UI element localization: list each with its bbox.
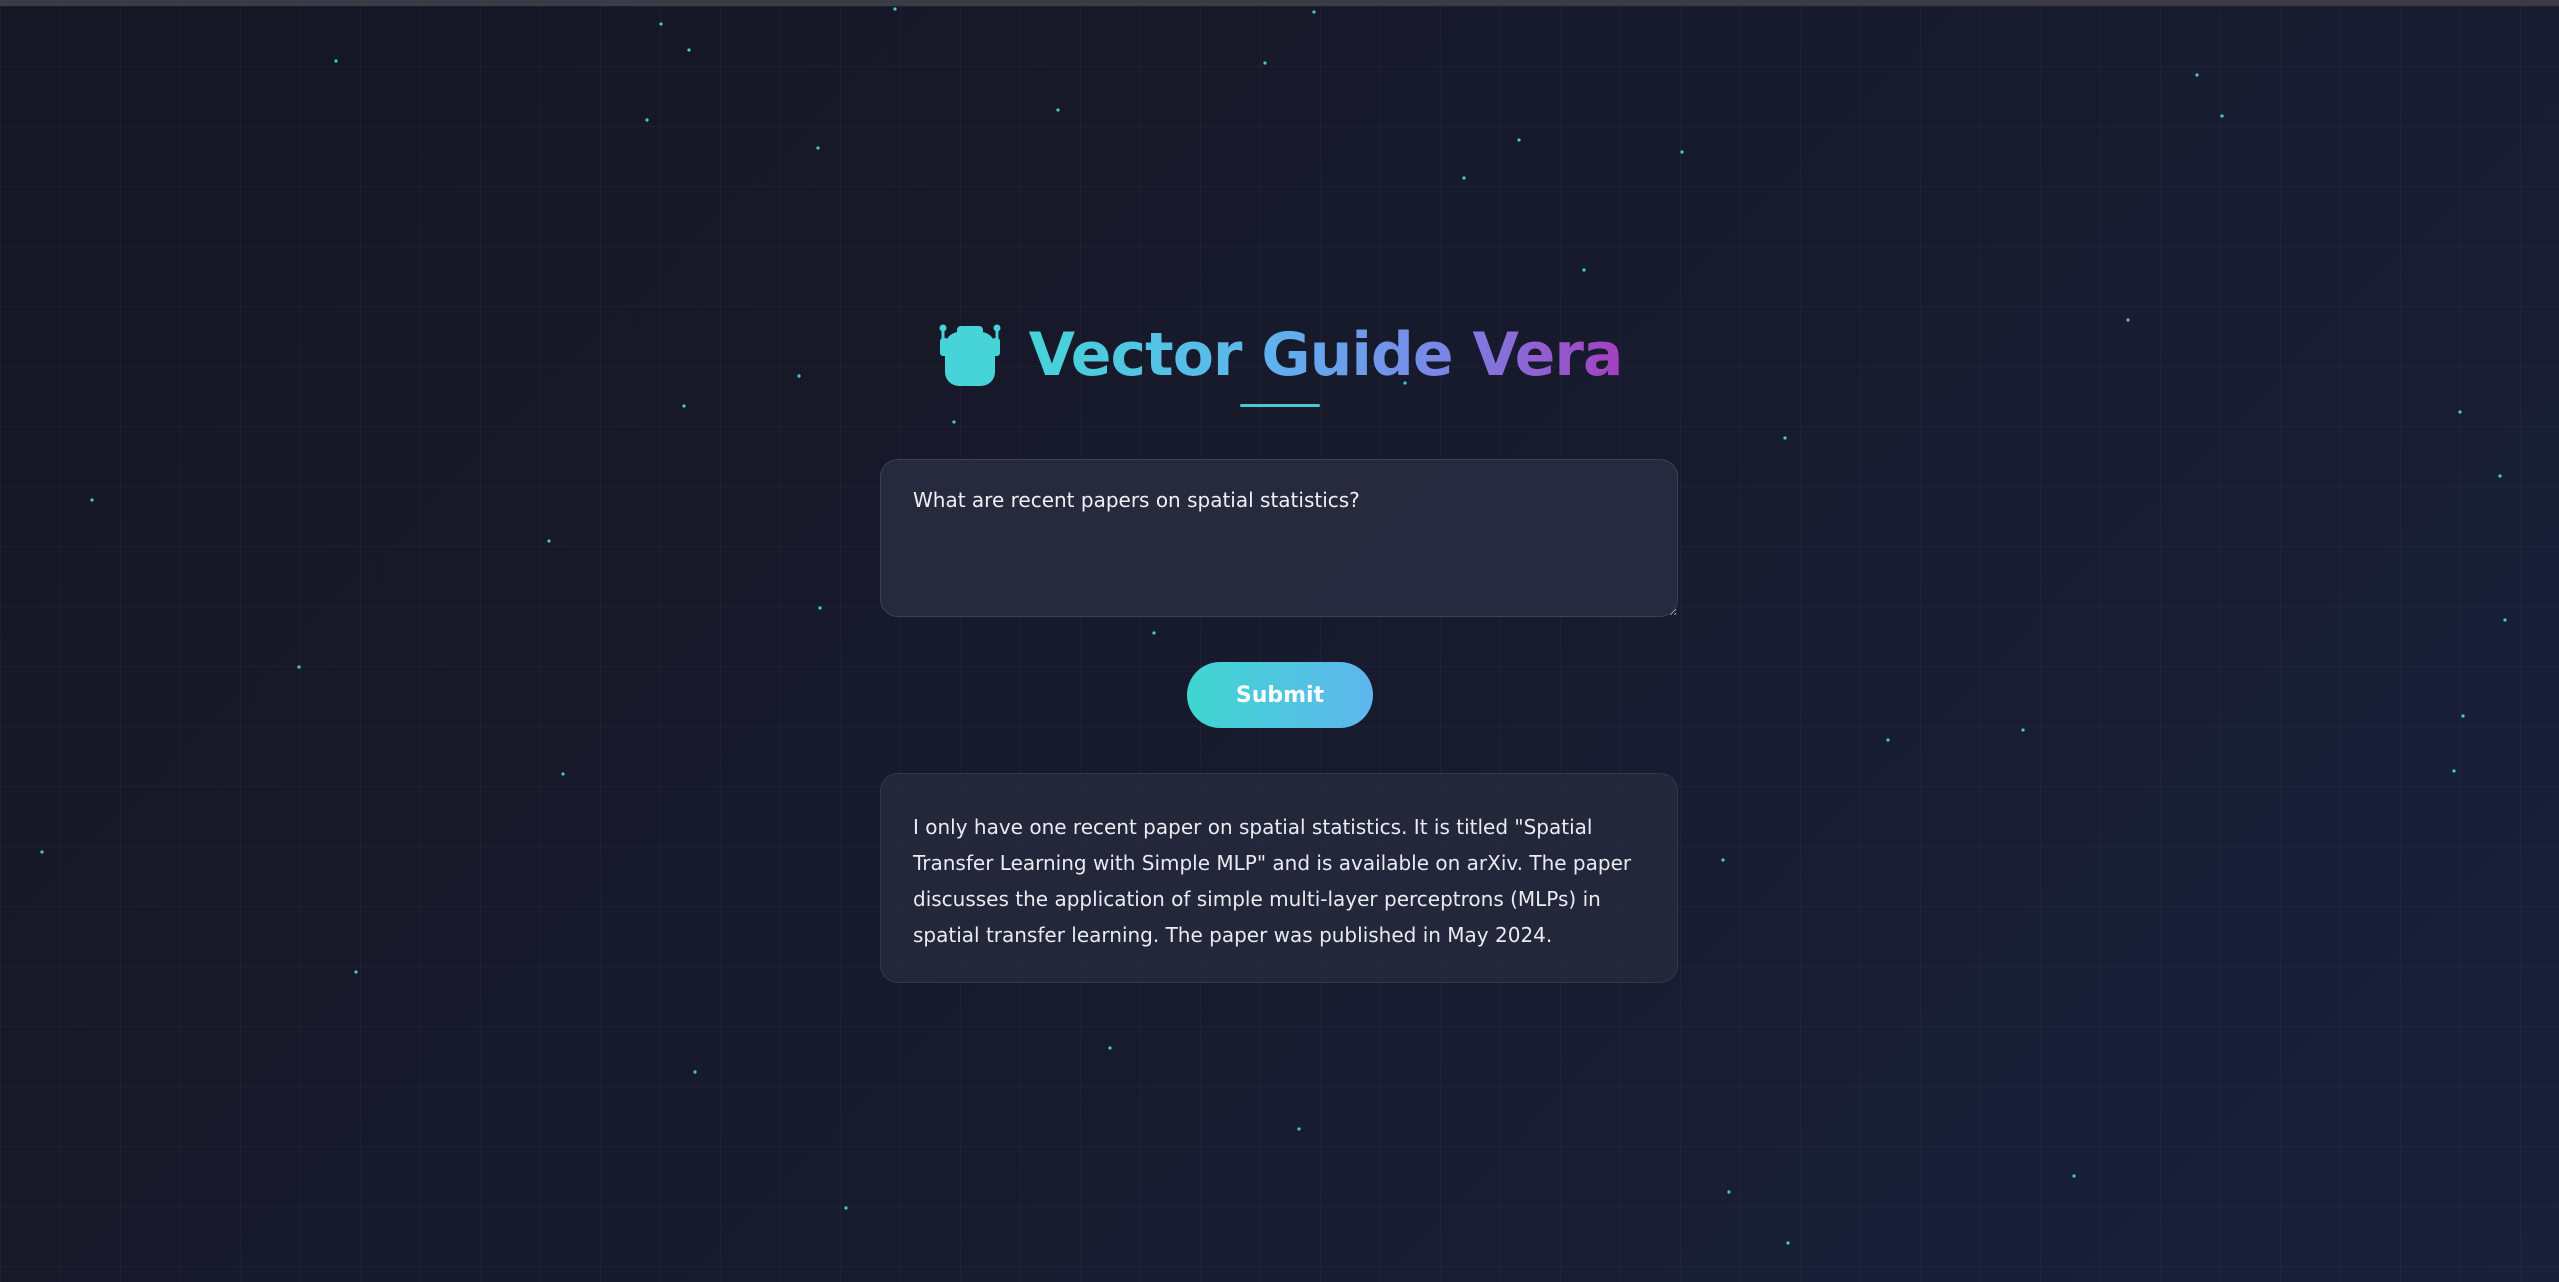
submit-button[interactable]: Submit (1187, 662, 1373, 728)
answer-panel: I only have one recent paper on spatial … (880, 773, 1678, 983)
app-container: Vector Guide Vera Submit I only have one… (0, 0, 2559, 1282)
app-header: Vector Guide Vera (0, 318, 2559, 392)
query-input[interactable] (880, 459, 1678, 617)
title-underline (1240, 404, 1320, 407)
answer-text: I only have one recent paper on spatial … (913, 815, 1632, 947)
robot-icon (939, 324, 1001, 386)
app-title: Vector Guide Vera (1028, 320, 1624, 390)
